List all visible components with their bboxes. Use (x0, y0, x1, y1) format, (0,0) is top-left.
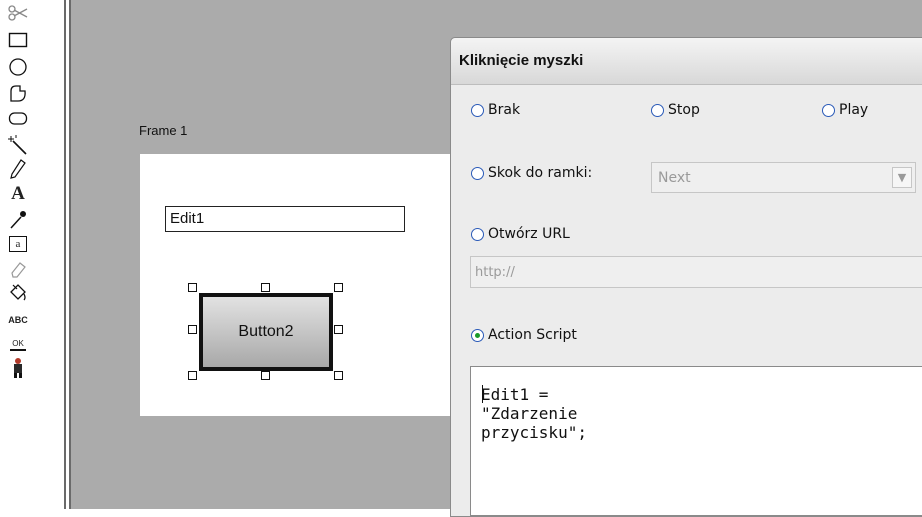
selection-handle[interactable] (261, 283, 270, 292)
selection-handle[interactable] (334, 325, 343, 334)
button2-label: Button2 (238, 323, 294, 340)
selection-handle[interactable] (188, 325, 197, 334)
url-input-placeholder: http:// (475, 265, 515, 280)
action-script-editor[interactable]: Edit1 = "Zdarzenie przycisku"; (470, 366, 922, 516)
radio-action-script[interactable]: Action Script (471, 327, 577, 343)
spellcheck-icon[interactable]: ABC (4, 309, 32, 331)
selection-handle[interactable] (334, 371, 343, 380)
radio-play-label: Play (839, 102, 869, 118)
edit1-field[interactable]: Edit1 (165, 206, 405, 232)
eraser-icon[interactable] (4, 258, 32, 280)
selection-handle[interactable] (188, 371, 197, 380)
ellipse-icon[interactable] (4, 56, 32, 78)
eyedropper-icon[interactable] (4, 208, 32, 230)
radio-play-dot (822, 103, 835, 117)
edit-field-tool-label: a (9, 236, 27, 252)
frame-select[interactable]: Next ▼ (651, 162, 916, 193)
radio-script-dot (471, 328, 484, 342)
rectangle-icon[interactable] (4, 29, 32, 51)
pencil-icon[interactable] (4, 158, 32, 180)
radio-play[interactable]: Play (822, 102, 868, 118)
url-input[interactable]: http:// (470, 256, 922, 288)
rounded-rectangle-icon[interactable] (4, 107, 32, 129)
radio-stop-dot (651, 103, 664, 117)
radio-script-label: Action Script (488, 327, 577, 343)
paint-bucket-icon[interactable] (4, 282, 32, 304)
dialog-title: Kliknięcie myszki (459, 52, 584, 69)
selection-handle[interactable] (188, 283, 197, 292)
ok-button-tool-icon[interactable]: OK (4, 334, 32, 356)
ok-button-tool-label: OK (10, 339, 26, 351)
radio-skok-dot (471, 166, 484, 180)
tool-palette: A a ABC OK (0, 0, 40, 509)
radio-stop[interactable]: Stop (651, 102, 700, 118)
radio-brak-dot (471, 103, 484, 117)
radio-skok-label: Skok do ramki: (488, 165, 593, 181)
radio-brak[interactable]: Brak (471, 102, 520, 118)
radio-brak-label: Brak (488, 102, 521, 118)
selection-handle[interactable] (261, 371, 270, 380)
chevron-down-icon[interactable]: ▼ (892, 167, 912, 188)
radio-url-label: Otwórz URL (488, 226, 570, 242)
button2[interactable]: Button2 (199, 293, 333, 371)
palette-gutter (40, 0, 64, 509)
radio-otworz-url[interactable]: Otwórz URL (471, 226, 570, 242)
radio-stop-label: Stop (668, 102, 700, 118)
polygon-icon[interactable] (4, 82, 32, 104)
radio-skok-do-ramki[interactable]: Skok do ramki: (471, 165, 592, 181)
frame-select-value: Next (658, 170, 691, 186)
dialog-title-bar[interactable]: Kliknięcie myszki (451, 38, 922, 85)
magic-wand-icon[interactable] (4, 134, 32, 156)
text-tool-icon[interactable]: A (4, 183, 32, 205)
script-code: Edit1 = "Zdarzenie przycisku"; (481, 385, 587, 442)
scissors-icon[interactable] (4, 2, 32, 24)
edit-field-tool-icon[interactable]: a (4, 233, 32, 255)
selection-handle[interactable] (334, 283, 343, 292)
character-icon[interactable] (4, 357, 32, 379)
text-caret (482, 385, 483, 403)
frame-label: Frame 1 (139, 123, 188, 138)
radio-url-dot (471, 227, 484, 241)
